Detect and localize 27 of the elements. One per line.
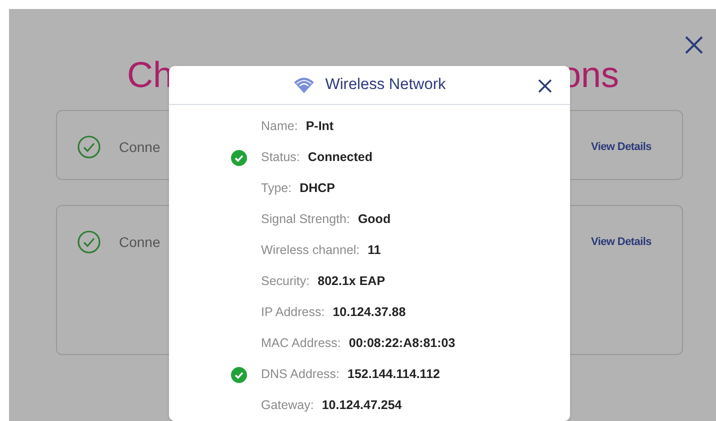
field-label: Security: bbox=[261, 273, 310, 290]
field-label: IP Address: bbox=[261, 304, 325, 322]
field-label: Gateway: bbox=[261, 397, 314, 414]
field-value: P-Int bbox=[306, 118, 334, 136]
wifi-icon bbox=[293, 76, 316, 94]
field-label: Type: bbox=[261, 180, 292, 198]
field-value: 802.1x EAP bbox=[318, 273, 386, 290]
field-value: DHCP bbox=[300, 180, 335, 198]
field-value: 10.124.37.88 bbox=[332, 304, 406, 322]
field-value: Connected bbox=[308, 149, 373, 166]
field-value: Good bbox=[358, 211, 391, 228]
view-details-link[interactable]: View Details bbox=[591, 139, 652, 156]
view-details-link[interactable]: View Details bbox=[591, 234, 652, 250]
field-value: 11 bbox=[368, 242, 381, 260]
connection-label: Conne bbox=[119, 233, 160, 252]
connection-label: Conne bbox=[119, 138, 160, 157]
field-label: DNS Address: bbox=[261, 366, 340, 384]
field-value: 152.144.114.112 bbox=[348, 366, 440, 384]
field-label: Signal Strength: bbox=[261, 211, 350, 228]
field-value: 00:08:22:A8:81:03 bbox=[348, 335, 456, 352]
field-label: MAC Address: bbox=[261, 335, 341, 352]
close-icon[interactable] bbox=[536, 77, 554, 95]
dialog-title: Wireless Network bbox=[325, 75, 446, 96]
field-label: Status: bbox=[261, 149, 300, 166]
field-label: Name: bbox=[261, 118, 298, 136]
field-label: Wireless channel: bbox=[261, 242, 360, 260]
field-value: 10.124.47.254 bbox=[322, 397, 402, 414]
